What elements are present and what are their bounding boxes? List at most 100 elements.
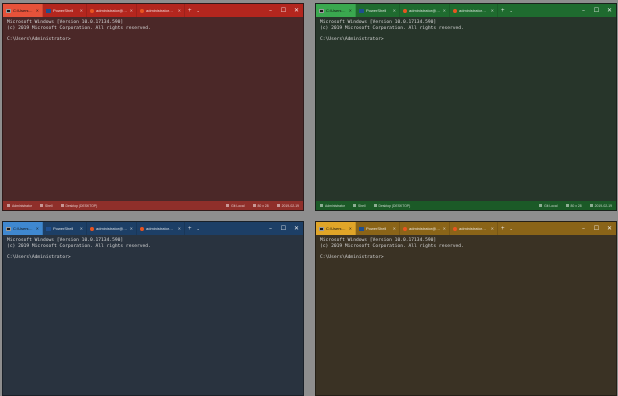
status-right: Git Local 80 x 28 2019-02-19 <box>218 204 299 208</box>
close-button[interactable]: ✕ <box>603 4 616 17</box>
tab-close-icon[interactable]: ✕ <box>491 226 494 231</box>
tab-close-icon[interactable]: ✕ <box>130 8 133 13</box>
terminal-window-red: C:\Users\Administr...✕PowerShell✕adminis… <box>2 3 304 211</box>
tab-4[interactable]: administrator@DES...✕ <box>450 222 498 235</box>
title-bar[interactable]: C:\Users\Administr...✕PowerShell✕adminis… <box>316 222 616 235</box>
tab-close-icon[interactable]: ✕ <box>80 226 83 231</box>
tab-label: PowerShell <box>366 226 387 231</box>
terminal-output[interactable]: Microsoft Windows [Version 10.0.17134.59… <box>7 20 299 42</box>
status-item: 80 x 28 <box>565 203 582 208</box>
tab-3[interactable]: administrator@DES...✕ <box>87 4 137 17</box>
minimize-button[interactable]: – <box>264 222 277 235</box>
status-icon <box>320 204 323 207</box>
dropdown-chevron-icon[interactable]: ⌄ <box>195 222 202 235</box>
tab-close-icon[interactable]: ✕ <box>80 8 83 13</box>
new-tab-button[interactable]: + <box>498 4 508 17</box>
minimize-button[interactable]: – <box>264 4 277 17</box>
status-text: Desktop (DESKTOP) <box>65 203 98 208</box>
tab-1[interactable]: C:\Users\Administr...✕ <box>316 4 356 17</box>
tab-2[interactable]: PowerShell ✕ <box>43 222 87 235</box>
command-prompt-icon <box>319 8 324 13</box>
maximize-button[interactable]: ☐ <box>277 4 290 17</box>
tab-close-icon[interactable]: ✕ <box>443 226 446 231</box>
tab-close-icon[interactable]: ✕ <box>36 8 39 13</box>
status-item: 2019-02-19 <box>589 203 612 208</box>
title-bar-drag-area[interactable] <box>202 4 264 17</box>
status-text: 2019-02-19 <box>594 203 612 208</box>
status-text: 2019-02-19 <box>281 203 299 208</box>
terminal-line: C:\Users\Administrator> <box>320 36 384 42</box>
tab-3[interactable]: administrator@DES...✕ <box>400 4 450 17</box>
tab-4[interactable]: administrator@DES...✕ <box>137 4 185 17</box>
minimize-button[interactable]: – <box>577 222 590 235</box>
close-button[interactable]: ✕ <box>290 222 303 235</box>
new-tab-button[interactable]: + <box>185 222 195 235</box>
tab-close-icon[interactable]: ✕ <box>130 226 133 231</box>
tab-2[interactable]: PowerShell ✕ <box>43 4 87 17</box>
tab-close-icon[interactable]: ✕ <box>349 226 352 231</box>
tab-close-icon[interactable]: ✕ <box>36 226 39 231</box>
dropdown-chevron-icon[interactable]: ⌄ <box>508 222 515 235</box>
title-bar[interactable]: C:\Users\Administr...✕PowerShell✕adminis… <box>3 222 303 235</box>
terminal-line: C:\Users\Administrator> <box>320 254 384 260</box>
dropdown-chevron-icon[interactable]: ⌄ <box>195 4 202 17</box>
title-bar-drag-area[interactable] <box>515 222 577 235</box>
ubuntu-icon <box>403 8 407 13</box>
powershell-icon <box>359 8 364 13</box>
terminal-output[interactable]: Microsoft Windows [Version 10.0.17134.59… <box>7 238 299 260</box>
tab-label: administrator@DES... <box>96 8 128 13</box>
title-bar-drag-area[interactable] <box>515 4 577 17</box>
close-button[interactable]: ✕ <box>290 4 303 17</box>
status-text: Administrator <box>12 203 32 208</box>
tab-close-icon[interactable]: ✕ <box>178 226 181 231</box>
tab-close-icon[interactable]: ✕ <box>443 8 446 13</box>
tab-3[interactable]: administrator@DES...✕ <box>87 222 137 235</box>
close-button[interactable]: ✕ <box>603 222 616 235</box>
tab-label: C:\Users\Administr... <box>326 226 347 231</box>
status-text: Git Local <box>231 203 245 208</box>
ubuntu-icon <box>453 8 457 13</box>
status-icon <box>60 204 64 207</box>
tab-close-icon[interactable]: ✕ <box>393 226 396 231</box>
tab-label: PowerShell <box>53 8 74 13</box>
terminal-line: C:\Users\Administrator> <box>7 36 71 42</box>
tab-4[interactable]: administrator@DES...✕ <box>450 4 498 17</box>
terminal-output[interactable]: Microsoft Windows [Version 10.0.17134.59… <box>320 20 612 42</box>
tab-close-icon[interactable]: ✕ <box>349 8 352 13</box>
status-item: 80 x 28 <box>252 204 269 208</box>
tab-close-icon[interactable]: ✕ <box>491 8 494 13</box>
title-bar[interactable]: C:\Users\Administr...✕PowerShell✕adminis… <box>3 4 303 17</box>
status-item: Git Local <box>539 204 558 208</box>
minimize-button[interactable]: – <box>577 4 590 17</box>
tab-close-icon[interactable]: ✕ <box>393 8 396 13</box>
maximize-button[interactable]: ☐ <box>277 222 290 235</box>
tab-1[interactable]: C:\Users\Administr...✕ <box>3 222 43 235</box>
status-text: Shell <box>44 203 53 208</box>
ubuntu-icon <box>403 226 407 231</box>
status-bar: Administrator Shell Desktop (DESKTOP) Git L… <box>316 201 616 210</box>
status-icon <box>226 204 230 207</box>
tab-3[interactable]: administrator@DES...✕ <box>400 222 450 235</box>
dropdown-chevron-icon[interactable]: ⌄ <box>508 4 515 17</box>
command-prompt-icon <box>319 226 324 231</box>
tab-2[interactable]: PowerShell ✕ <box>356 222 400 235</box>
maximize-button[interactable]: ☐ <box>590 222 603 235</box>
tab-1[interactable]: C:\Users\Administr...✕ <box>316 222 356 235</box>
new-tab-button[interactable]: + <box>498 222 508 235</box>
tab-1[interactable]: C:\Users\Administr...✕ <box>3 4 43 17</box>
status-icon <box>252 204 256 207</box>
tab-label: administrator@DES... <box>146 8 176 13</box>
tab-4[interactable]: administrator@DES...✕ <box>137 222 185 235</box>
status-text: 80 x 28 <box>570 203 582 208</box>
terminal-window-blue: C:\Users\Administr...✕PowerShell✕adminis… <box>2 221 304 396</box>
terminal-output[interactable]: Microsoft Windows [Version 10.0.17134.59… <box>320 238 612 260</box>
title-bar-drag-area[interactable] <box>202 222 264 235</box>
tab-close-icon[interactable]: ✕ <box>178 8 181 13</box>
tab-2[interactable]: PowerShell ✕ <box>356 4 400 17</box>
maximize-button[interactable]: ☐ <box>590 4 603 17</box>
tab-label: C:\Users\Administr... <box>13 8 34 13</box>
powershell-icon <box>46 8 51 13</box>
new-tab-button[interactable]: + <box>185 4 195 17</box>
tab-label: administrator@DES... <box>459 8 489 13</box>
title-bar[interactable]: C:\Users\Administr...✕PowerShell✕adminis… <box>316 4 616 17</box>
